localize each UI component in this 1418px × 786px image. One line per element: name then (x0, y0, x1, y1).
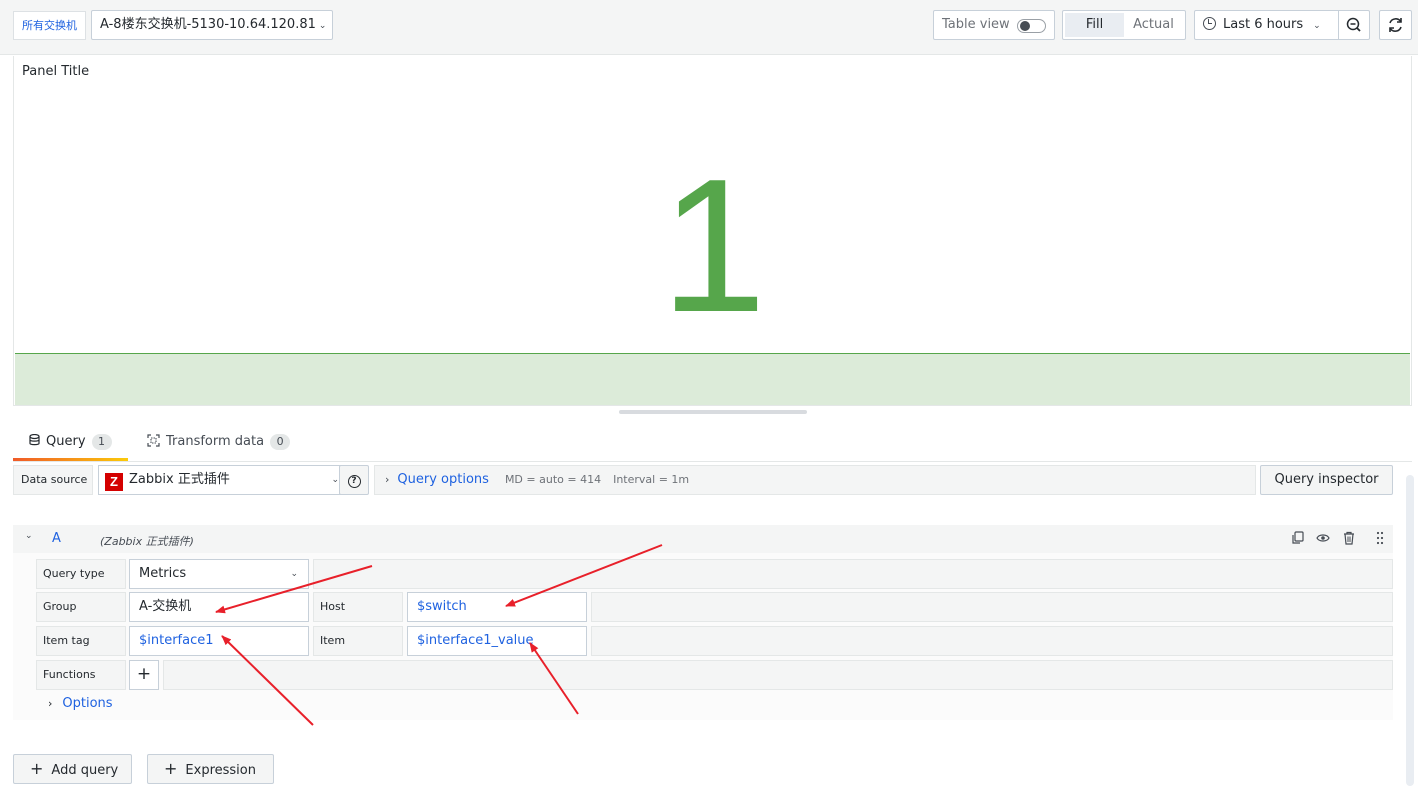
query-type-value: Metrics (139, 566, 187, 581)
group-label: Group (36, 592, 126, 622)
plus-icon: + (164, 759, 178, 778)
toggle-visibility-eye-icon[interactable] (1316, 531, 1330, 545)
zabbix-logo-icon: Z (105, 473, 123, 491)
drag-handle-icon[interactable] (1373, 531, 1387, 545)
zoom-out-button[interactable] (1338, 10, 1370, 40)
plus-icon: + (136, 664, 152, 684)
row-filler (591, 592, 1393, 622)
dashboard-toolbar: 所有交换机 A-8楼东交换机-5130-10.64.120.81 ⌄ Table … (0, 0, 1418, 55)
options-toggle[interactable]: › Options (48, 696, 113, 711)
fill-actual-switch: Fill Actual (1062, 10, 1186, 40)
query-ref-id[interactable]: A (52, 531, 61, 546)
tab-query-count: 1 (91, 434, 112, 450)
item-tag-label: Item tag (36, 626, 126, 656)
refresh-icon (1389, 18, 1402, 32)
add-expression-button[interactable]: + Expression (147, 754, 274, 784)
datasource-row: Data source Z Zabbix 正式插件 ⌄ ? › Query opti… (13, 465, 1412, 495)
fill-button[interactable]: Fill (1065, 13, 1124, 37)
tab-query-label: Query (46, 434, 86, 449)
tab-transform[interactable]: Transform data 0 (131, 428, 306, 461)
item-input[interactable]: $interface1_value (407, 626, 587, 656)
stat-value: 1 (660, 140, 767, 352)
query-options-link[interactable]: Query options (397, 472, 489, 487)
variable-label: 所有交换机 (13, 11, 86, 40)
item-label: Item (313, 626, 403, 656)
question-icon: ? (347, 475, 361, 488)
datasource-picker[interactable]: Z Zabbix 正式插件 ⌄ (98, 465, 348, 495)
max-data-points-text: MD = auto = 414 (504, 473, 602, 486)
tab-transform-count: 0 (270, 434, 291, 450)
duplicate-query-icon[interactable] (1291, 531, 1305, 545)
panel-title[interactable]: Panel Title (22, 64, 89, 79)
stat-panel: Panel Title 1 (13, 56, 1412, 406)
add-query-button[interactable]: + Add query (13, 754, 132, 784)
host-input[interactable]: $switch (407, 592, 587, 622)
panel-resize-handle[interactable] (619, 410, 807, 414)
chevron-down-icon: ⌄ (331, 475, 339, 485)
functions-label: Functions (36, 660, 126, 690)
time-range-label: Last 6 hours (1223, 17, 1304, 32)
refresh-button[interactable] (1379, 10, 1412, 40)
row-filler (313, 559, 1393, 589)
datasource-label: Data source (13, 465, 93, 495)
datasource-name: Zabbix 正式插件 (129, 472, 230, 487)
chevron-down-icon: ⌄ (290, 569, 298, 579)
time-range-picker[interactable]: Last 6 hours ⌄ (1194, 10, 1339, 40)
trash-icon[interactable] (1342, 531, 1356, 545)
toggle-knob (1020, 21, 1030, 31)
add-query-label: Add query (51, 763, 119, 778)
host-label: Host (313, 592, 403, 622)
tab-transform-label: Transform data (166, 434, 265, 449)
chevron-right-icon: › (48, 697, 53, 710)
query-options-bar[interactable]: › Query options MD = auto = 414 Interval = … (374, 465, 1256, 495)
query-row-header[interactable]: ⌄ A (Zabbix 正式插件) (13, 525, 1393, 553)
chevron-down-icon: ⌄ (318, 21, 327, 31)
group-input[interactable]: A-交换机 (129, 592, 309, 622)
zoom-out-icon (1346, 17, 1361, 32)
expression-label: Expression (185, 763, 256, 778)
variable-value: A-8楼东交换机-5130-10.64.120.81 (100, 17, 316, 32)
clock-icon (1203, 17, 1216, 30)
editor-tabs: Query 1 Transform data 0 (13, 428, 1412, 462)
item-tag-input[interactable]: $interface1 (129, 626, 309, 656)
interval-text: Interval = 1m (613, 473, 690, 486)
chevron-down-icon[interactable]: ⌄ (25, 531, 33, 541)
chevron-down-icon: ⌄ (1313, 21, 1321, 31)
row-filler (163, 660, 1393, 690)
query-datasource-name: (Zabbix 正式插件) (100, 535, 194, 548)
query-type-label: Query type (36, 559, 126, 589)
chevron-right-icon: › (385, 473, 390, 486)
actual-button[interactable]: Actual (1124, 13, 1183, 37)
query-type-select[interactable]: Metrics ⌄ (129, 559, 309, 589)
transform-icon (147, 428, 160, 456)
plus-icon: + (30, 759, 44, 778)
datasource-help-button[interactable]: ? (339, 465, 369, 495)
table-view-toggle[interactable]: Table view (933, 10, 1055, 40)
row-filler (591, 626, 1393, 656)
tab-query[interactable]: Query 1 (13, 428, 128, 461)
query-inspector-button[interactable]: Query inspector (1260, 465, 1393, 495)
options-label: Options (62, 696, 113, 711)
vertical-scrollbar[interactable] (1406, 475, 1414, 786)
database-icon (29, 428, 40, 456)
stat-sparkline (15, 353, 1410, 405)
table-view-label: Table view (942, 17, 1010, 32)
add-function-button[interactable]: + (129, 660, 159, 690)
toggle-switch[interactable] (1017, 19, 1046, 33)
variable-select[interactable]: A-8楼东交换机-5130-10.64.120.81 ⌄ (91, 10, 333, 40)
